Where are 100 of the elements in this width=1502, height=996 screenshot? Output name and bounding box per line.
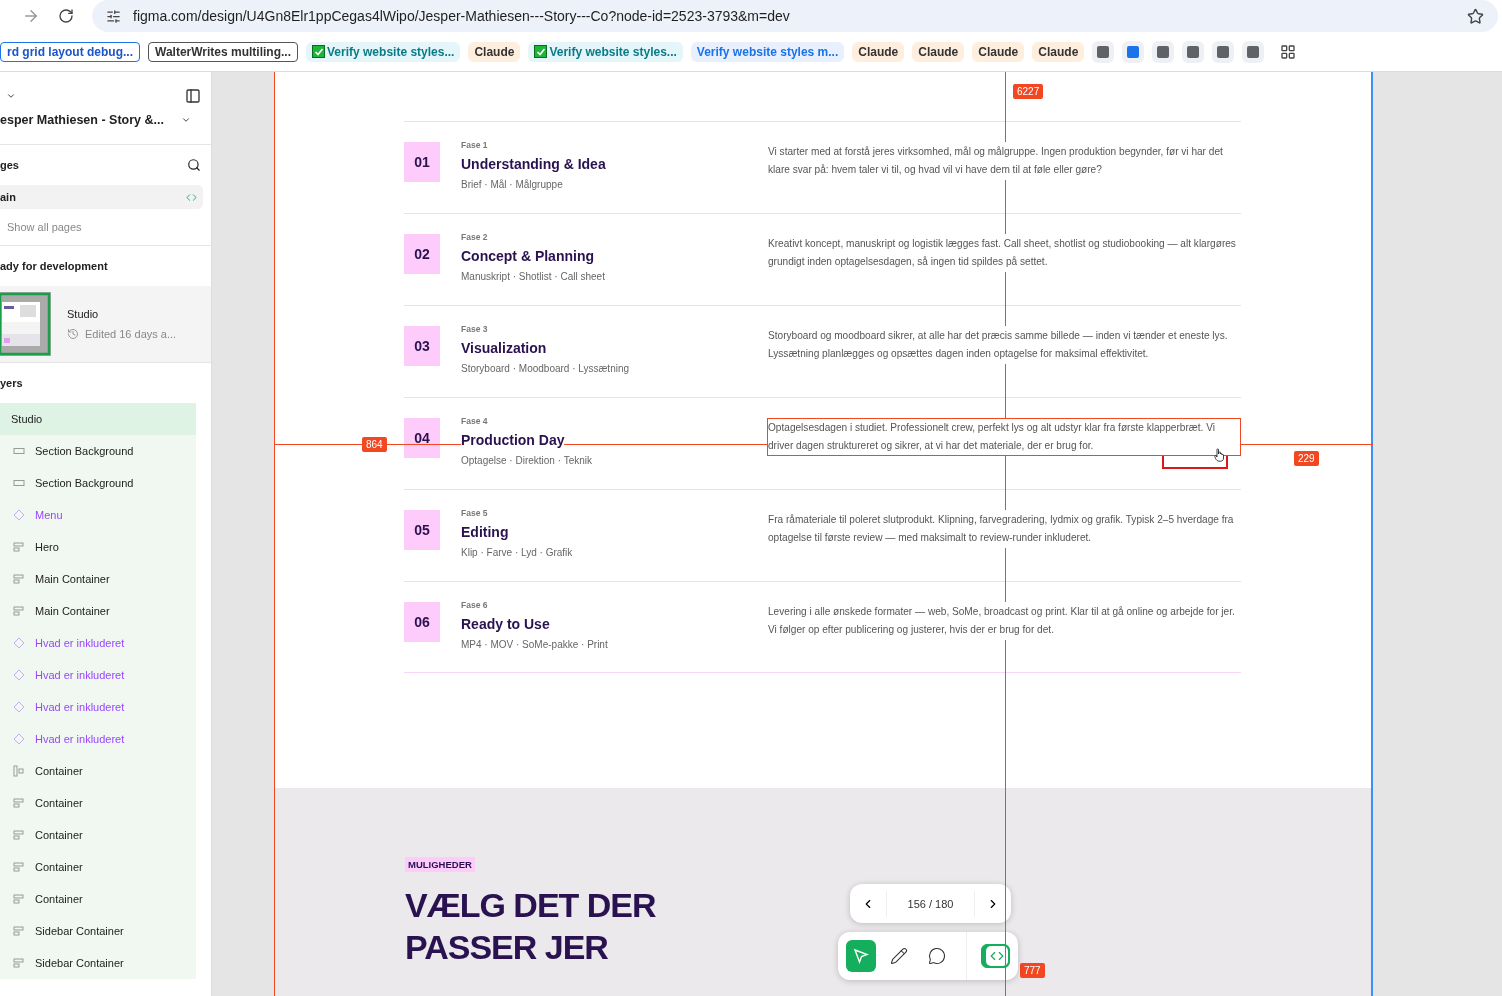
layer-item[interactable]: Container (0, 883, 196, 915)
bookmark[interactable]: Claude (1032, 41, 1085, 62)
diamond-icon (13, 733, 25, 745)
section-heading: yers (0, 377, 23, 389)
forward-icon[interactable] (22, 7, 40, 25)
measurement-label: 6227 (1013, 84, 1044, 99)
step-title: Ready to Use (461, 616, 550, 632)
vertical-layout-icon (13, 861, 25, 873)
layer-item[interactable]: Studio (0, 403, 196, 435)
bookmark-favicon[interactable] (1092, 40, 1115, 63)
layer-item[interactable]: Main Container (0, 563, 196, 595)
layer-item[interactable]: Container (0, 851, 196, 883)
step-tags: Klip · Farve · Lyd · Grafik (461, 547, 573, 558)
horizontal-layout-icon (13, 765, 25, 777)
layer-item[interactable]: Hero (0, 531, 196, 563)
step-number: 02 (404, 234, 440, 274)
step-title: Concept & Planning (461, 248, 594, 264)
bookmark-favicon[interactable] (1242, 40, 1265, 63)
layer-item[interactable]: Hvad er inkluderet (0, 627, 196, 659)
step-title: Understanding & Idea (461, 156, 606, 172)
phase-label: Fase 5 (461, 508, 488, 518)
layer-item[interactable]: Hvad er inkluderet (0, 723, 196, 755)
bookmark-favicon[interactable] (1122, 40, 1145, 63)
frame-name: Studio (67, 308, 100, 320)
step-tags: Manuskript · Shotlist · Call sheet (461, 271, 605, 282)
eyedropper-icon (890, 947, 908, 965)
bookmark[interactable]: rd grid layout debug... (0, 41, 140, 62)
rectangle-icon (13, 445, 25, 457)
step-title: Production Day (461, 432, 565, 448)
search-icon[interactable] (187, 158, 201, 172)
comment-icon (928, 947, 946, 965)
bookmark-favicon[interactable] (1212, 40, 1235, 63)
sidebar-toggle-icon[interactable] (185, 88, 201, 104)
vertical-layout-icon (13, 893, 25, 905)
layer-item[interactable]: Section Background (0, 435, 196, 467)
vertical-layout-icon (13, 829, 25, 841)
bookmark-favicon[interactable] (1152, 40, 1175, 63)
diamond-icon (13, 701, 25, 713)
bookmark[interactable]: WalterWrites multiling... (148, 41, 298, 62)
phase-label: Fase 6 (461, 600, 488, 610)
rectangle-icon (13, 477, 25, 489)
file-title[interactable]: esper Mathiesen - Story &... (0, 113, 164, 127)
phase-label: Fase 4 (461, 416, 488, 426)
eyebrow-tag: MULIGHEDER (405, 857, 475, 872)
checkmark-icon (312, 45, 325, 58)
code-icon (186, 191, 197, 203)
step-tags: MP4 · MOV · SoMe-pakke · Print (461, 639, 608, 650)
vertical-layout-icon (13, 957, 25, 969)
address-bar[interactable]: figma.com/design/U4Gn8Elr1ppCegas4lWipo/Jesper-Mathiesen---Story---Co?node-id=2523-3793&m=dev (92, 0, 1498, 32)
section-heading: ges (0, 159, 19, 171)
measurement-label: 229 (1294, 451, 1319, 466)
url-text: figma.com/design/U4Gn8Elr1ppCegas4lWipo/Jesper-Mathiesen---Story---Co?node-id=2523-3793&m=dev (133, 8, 791, 24)
bookmark-favicon[interactable] (1182, 40, 1205, 63)
phase-label: Fase 2 (461, 232, 488, 242)
step-tags: Brief · Mål · Målgruppe (461, 179, 563, 190)
layer-item[interactable]: Hvad er inkluderet (0, 691, 196, 723)
measurement-label: 777 (1020, 963, 1045, 978)
dev-mode-toggle[interactable] (980, 944, 1010, 968)
measurement-label: 864 (362, 437, 387, 452)
apps-grid-icon[interactable] (1280, 43, 1297, 60)
diamond-icon (13, 637, 25, 649)
layer-item[interactable]: Sidebar Container (0, 915, 196, 947)
layer-item[interactable]: Hvad er inkluderet (0, 659, 196, 691)
bookmark[interactable]: Claude (912, 41, 965, 62)
vertical-layout-icon (13, 797, 25, 809)
ready-item-card[interactable]: Studio Edited 16 days a... (0, 286, 211, 362)
layer-item[interactable]: Main Container (0, 595, 196, 627)
bookmark[interactable]: Claude (852, 41, 905, 62)
step-description[interactable]: Optagelsesdagen i studiet. Professionelt crew, perfekt lys og alt udstyr klar fra første klapperbræt. Vi driver dagen struktureret og sikrer, at vi har det materiale, der er brug for. (767, 418, 1241, 456)
diamond-icon (13, 509, 25, 521)
step-number: 06 (404, 602, 440, 642)
bookmark[interactable]: Verify website styles... (528, 41, 683, 62)
layer-item[interactable]: Section Background (0, 467, 196, 499)
site-settings-icon[interactable] (106, 8, 121, 24)
layer-item[interactable]: Container (0, 787, 196, 819)
reload-icon[interactable] (58, 8, 74, 24)
checkmark-icon (534, 45, 548, 58)
chevron-down-icon[interactable] (181, 115, 191, 125)
show-all-pages-link[interactable]: Show all pages (7, 221, 82, 233)
history-icon (67, 328, 79, 340)
step-number: 03 (404, 326, 440, 366)
bookmark[interactable]: Verify website styles m... (690, 41, 845, 62)
section-heading: VÆLG DET DER PASSER JER (405, 885, 657, 968)
bookmark[interactable]: Claude (468, 41, 521, 62)
step-number: 01 (404, 142, 440, 182)
bookmark[interactable]: Claude (972, 41, 1025, 62)
page-item[interactable]: ain (0, 185, 203, 209)
layer-item[interactable]: Container (0, 819, 196, 851)
layer-item[interactable]: Menu (0, 499, 196, 531)
diamond-icon (13, 669, 25, 681)
code-icon (990, 949, 1004, 963)
bookmark-star-icon[interactable] (1467, 7, 1484, 25)
bookmark[interactable]: Verify website styles... (306, 41, 461, 62)
hand-cursor-icon (1214, 448, 1225, 462)
chevron-down-icon[interactable] (6, 91, 16, 101)
vertical-layout-icon (13, 541, 25, 553)
layer-item[interactable]: Sidebar Container (0, 947, 196, 979)
vertical-layout-icon (13, 925, 25, 937)
layer-item[interactable]: Container (0, 755, 196, 787)
step-tags: Optagelse · Direktion · Teknik (461, 455, 592, 466)
